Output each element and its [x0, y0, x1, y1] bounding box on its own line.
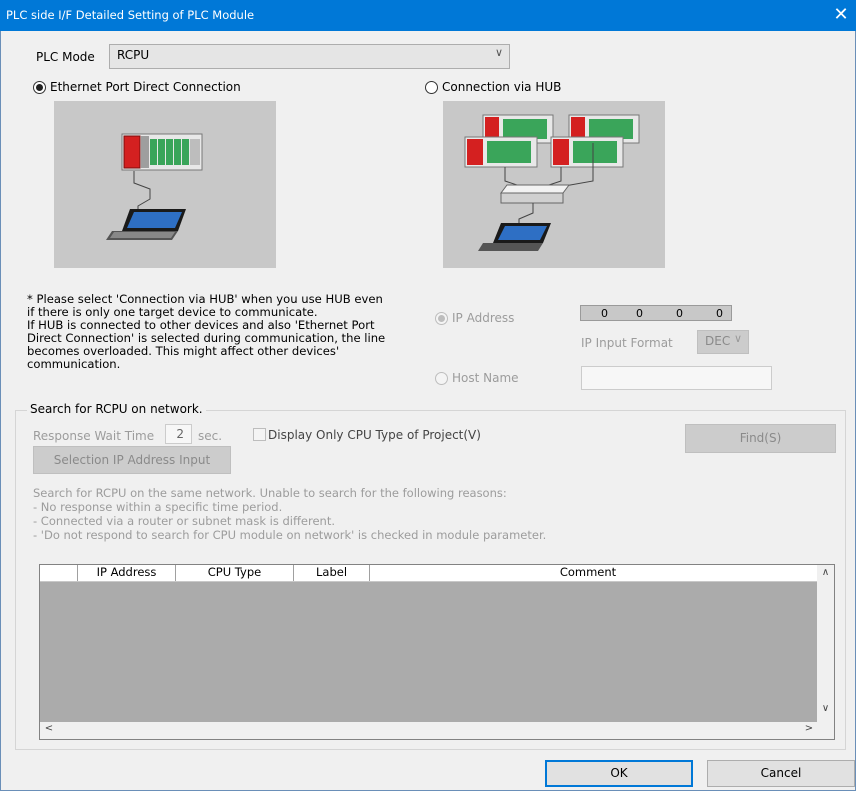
- plc-mode-select[interactable]: RCPU ∨: [109, 44, 510, 69]
- chevron-down-icon: ∨: [733, 332, 742, 345]
- response-wait-label: Response Wait Time: [33, 429, 155, 443]
- selection-ip-address-button[interactable]: Selection IP Address Input: [33, 446, 231, 474]
- column-header-ip-address[interactable]: IP Address: [78, 565, 176, 581]
- search-results-table[interactable]: IP Address CPU Type Label Comment ∧ ∨ < …: [39, 564, 835, 740]
- scroll-left-icon[interactable]: <: [43, 723, 55, 734]
- search-message: Search for RCPU on the same network. Una…: [33, 486, 833, 542]
- hub-connection-image[interactable]: [443, 101, 665, 268]
- vertical-scrollbar[interactable]: ∧ ∨: [817, 565, 834, 722]
- network-hub-icon: [500, 184, 570, 204]
- close-icon[interactable]: ✕: [826, 0, 856, 31]
- ip-input-format-select[interactable]: DEC ∨: [697, 330, 749, 354]
- ip-octet-1: 0: [601, 307, 608, 320]
- table-header: IP Address CPU Type Label Comment: [40, 565, 818, 582]
- search-message-line: Search for RCPU on the same network. Una…: [33, 486, 507, 500]
- ip-octet-4: 0: [716, 307, 723, 320]
- ip-address-radio[interactable]: [435, 312, 448, 325]
- response-wait-input[interactable]: 2: [165, 424, 192, 444]
- find-button[interactable]: Find(S): [685, 424, 836, 453]
- scroll-up-icon[interactable]: ∧: [817, 567, 834, 578]
- direct-connection-label[interactable]: Ethernet Port Direct Connection: [50, 80, 241, 94]
- cancel-button[interactable]: Cancel: [707, 760, 855, 787]
- title-bar: PLC side I/F Detailed Setting of PLC Mod…: [0, 0, 856, 31]
- note-line: communication.: [27, 357, 121, 371]
- column-header-comment[interactable]: Comment: [370, 565, 806, 581]
- scrollbar-corner: [817, 722, 834, 739]
- host-name-radio[interactable]: [435, 372, 448, 385]
- display-only-checkbox[interactable]: [253, 428, 266, 441]
- scroll-right-icon[interactable]: >: [803, 723, 815, 734]
- horizontal-scrollbar[interactable]: < >: [40, 722, 818, 739]
- ip-octet-3: 0: [676, 307, 683, 320]
- column-header-cpu-type[interactable]: CPU Type: [176, 565, 294, 581]
- plc-mode-value: RCPU: [117, 48, 150, 62]
- plc-rack-icon: [464, 136, 538, 168]
- direct-connection-radio[interactable]: [33, 81, 46, 94]
- ip-address-label: IP Address: [452, 311, 515, 325]
- ip-octet-2: 0: [636, 307, 643, 320]
- ok-button[interactable]: OK: [545, 760, 693, 787]
- column-header-select[interactable]: [40, 565, 78, 581]
- plc-rack-icon: [550, 136, 624, 168]
- search-message-line: - Connected via a router or subnet mask …: [33, 514, 335, 528]
- scroll-down-icon[interactable]: ∨: [817, 703, 834, 714]
- search-message-line: - 'Do not respond to search for CPU modu…: [33, 528, 547, 542]
- plc-mode-label: PLC Mode: [36, 50, 95, 64]
- laptop-icon: [106, 209, 186, 240]
- column-header-label[interactable]: Label: [294, 565, 370, 581]
- host-name-label: Host Name: [452, 371, 519, 385]
- hub-connection-diagram: [464, 114, 640, 251]
- search-message-line: - No response within a specific time per…: [33, 500, 283, 514]
- direct-connection-diagram: [106, 133, 203, 240]
- ip-address-field[interactable]: 0 0 0 0: [580, 305, 732, 321]
- display-only-label[interactable]: Display Only CPU Type of Project(V): [268, 428, 481, 442]
- plc-rack-icon: [121, 133, 203, 171]
- hub-connection-radio[interactable]: [425, 81, 438, 94]
- response-wait-unit: sec.: [198, 429, 223, 443]
- hub-note: * Please select 'Connection via HUB' whe…: [27, 293, 407, 371]
- window-title: PLC side I/F Detailed Setting of PLC Mod…: [6, 8, 255, 22]
- ip-input-format-value: DEC: [705, 334, 731, 348]
- host-name-input[interactable]: [581, 366, 772, 390]
- chevron-down-icon: ∨: [494, 46, 503, 59]
- direct-connection-image[interactable]: [54, 101, 276, 268]
- ip-input-format-label: IP Input Format: [581, 336, 673, 350]
- laptop-icon: [478, 223, 551, 251]
- hub-connection-label[interactable]: Connection via HUB: [442, 80, 561, 94]
- search-group-title: Search for RCPU on network.: [27, 402, 206, 416]
